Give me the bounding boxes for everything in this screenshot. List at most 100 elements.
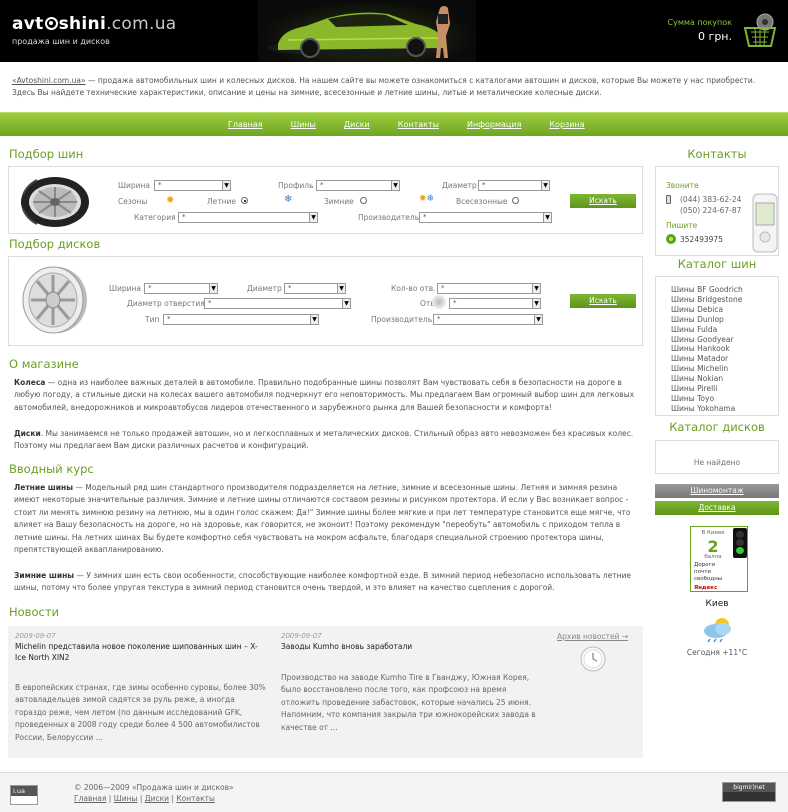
- tyre-brand-link[interactable]: Шины Goodyear: [671, 335, 743, 345]
- footer-link-contacts[interactable]: Контакты: [176, 794, 215, 803]
- disc-width-select[interactable]: * ▼: [144, 283, 218, 294]
- tyre-brand-link[interactable]: Шины Debica: [671, 305, 743, 315]
- header-car-image: [258, 0, 476, 62]
- contacts-title: Контакты: [687, 147, 747, 161]
- traffic-widget[interactable]: В Киеве 2 балла Дороги почти свободны Ян…: [690, 526, 748, 592]
- chevron-down-icon: ▼: [532, 299, 540, 308]
- tyre-brand-link[interactable]: Шины Toyo: [671, 394, 743, 404]
- nav-item-tyres[interactable]: Шины: [291, 120, 316, 129]
- disc-search-title: Подбор дисков: [9, 237, 101, 251]
- tyre-catalog-panel: Шины BF Goodrich Шины Bridgestone Шины D…: [655, 276, 779, 416]
- tyre-seasons-label: Сезоны: [118, 197, 148, 206]
- tyre-diameter-select[interactable]: * ▼: [478, 180, 550, 191]
- disc-maker-select[interactable]: * ▼: [433, 314, 543, 325]
- disc-offset-select[interactable]: * ▼: [449, 298, 541, 309]
- chevron-down-icon: ▼: [342, 299, 350, 308]
- contacts-icq: 352493975: [680, 235, 723, 244]
- course-term-winter: Зимние шины: [14, 571, 75, 580]
- disc-offset-value: *: [453, 299, 457, 307]
- tyre-profile-value: *: [320, 181, 324, 189]
- news-item: 2009-09-07 Michelin представила новое по…: [15, 632, 267, 663]
- tyre-summer-radio[interactable]: [241, 197, 248, 204]
- course-paragraph-2: Зимние шины — У зимних шин есть свои осо…: [14, 570, 642, 595]
- clock-icon: [580, 646, 606, 672]
- footer-link-tyres[interactable]: Шины: [114, 794, 138, 803]
- disc-catalog-panel: Не найдено: [655, 440, 779, 474]
- disc-diameter-select[interactable]: * ▼: [284, 283, 346, 294]
- tyre-brand-link[interactable]: Шины Yokohama: [671, 404, 743, 414]
- phone-icon: [666, 195, 671, 204]
- site-footer: i.ua © 2006—2009 «Продажа шин и дисков» …: [0, 772, 788, 812]
- disc-type-label: Тип: [145, 315, 160, 324]
- news-headline-link[interactable]: Заводы Kumho вновь заработали: [281, 641, 539, 652]
- tyre-brand-link[interactable]: Шины Nokian: [671, 374, 743, 384]
- tyre-maker-value: *: [423, 213, 427, 221]
- tyre-search-panel: Ширина * ▼ Профиль * ▼ Диаметр * ▼ Сезоны ✹…: [8, 166, 643, 234]
- tyre-maker-select[interactable]: * ▼: [419, 212, 552, 223]
- disc-type-select[interactable]: * ▼: [163, 314, 319, 325]
- footer-link-home[interactable]: Главная: [74, 794, 106, 803]
- disc-search-button[interactable]: Искать: [570, 294, 636, 308]
- intro-site-link[interactable]: «Avtoshini.com.ua»: [12, 76, 86, 85]
- tyre-brand-link[interactable]: Шины BF Goodrich: [671, 285, 743, 295]
- traffic-desc: Дороги почти свободны: [694, 562, 723, 582]
- disc-hole-diam-select[interactable]: * ▼: [204, 298, 351, 309]
- tyre-width-select[interactable]: * ▼: [154, 180, 231, 191]
- site-tagline: продажа шин и дисков: [12, 37, 110, 46]
- cart-basket-icon[interactable]: [743, 12, 777, 48]
- tyre-brand-link[interactable]: Шины Michelin: [671, 364, 743, 374]
- chevron-down-icon: ▼: [337, 284, 345, 293]
- nav-item-cart[interactable]: Корзина: [549, 120, 584, 129]
- course-paragraph-1: Летние шины — Модельный ряд шин стандарт…: [14, 482, 642, 556]
- disc-catalog-empty: Не найдено: [693, 458, 741, 467]
- logo-text-start: avt: [12, 14, 44, 34]
- intro-description: — продажа автомобильных шин и колесных д…: [12, 76, 756, 97]
- about-paragraph-1: Колеса — одна из наиболее важных деталей…: [14, 377, 642, 414]
- tyre-brand-link[interactable]: Шины Pirelli: [671, 384, 743, 394]
- tyre-allseason-radio[interactable]: [512, 197, 519, 204]
- tyre-brand-link[interactable]: Шины Matador: [671, 354, 743, 364]
- tyre-profile-select[interactable]: * ▼: [316, 180, 400, 191]
- tyre-catalog-title: Каталог шин: [677, 257, 757, 271]
- tyre-brand-link[interactable]: Шины Dunlop: [671, 315, 743, 325]
- tyre-brand-link[interactable]: Шины Hankook: [671, 344, 743, 354]
- nav-item-contacts[interactable]: Контакты: [398, 120, 439, 129]
- about-text-wheels: — одна из наиболее важных деталей в авто…: [14, 378, 635, 412]
- nav-item-info[interactable]: Информация: [467, 120, 521, 129]
- traffic-score-word: балла: [704, 554, 722, 560]
- site-logo[interactable]: avt shini.com.ua: [12, 14, 177, 34]
- tyre-winter-radio[interactable]: [360, 197, 367, 204]
- disc-holes-select[interactable]: * ▼: [437, 283, 541, 294]
- tyre-search-button[interactable]: Искать: [570, 194, 636, 208]
- sun-icon: ✹: [166, 195, 175, 206]
- course-title: Вводный курс: [9, 462, 94, 476]
- delivery-button[interactable]: Доставка: [655, 501, 779, 515]
- news-archive-link[interactable]: Архив новостей →: [557, 632, 628, 641]
- tyre-width-value: *: [158, 181, 162, 189]
- disc-diameter-label: Диаметр: [247, 284, 282, 293]
- chevron-down-icon: ▼: [541, 181, 549, 190]
- tyre-fitting-button[interactable]: Шиномонтаж: [655, 484, 779, 498]
- contacts-write-label: Пишите: [666, 221, 698, 230]
- nav-item-home[interactable]: Главная: [228, 120, 263, 129]
- news-title: Новости: [9, 605, 59, 619]
- disc-hole-diam-value: *: [208, 299, 212, 307]
- tyre-winter-label: Зимние: [324, 197, 354, 206]
- tyre-category-label: Категория: [134, 213, 176, 222]
- bigmir-counter-badge[interactable]: bigmir)net: [722, 782, 776, 802]
- tyre-image: [19, 175, 91, 229]
- tyre-brand-list: Шины BF Goodrich Шины Bridgestone Шины D…: [671, 285, 743, 414]
- disc-type-value: *: [167, 315, 171, 323]
- tyre-category-select[interactable]: * ▼: [178, 212, 318, 223]
- footer-link-discs[interactable]: Диски: [145, 794, 169, 803]
- tyre-brand-link[interactable]: Шины Bridgestone: [671, 295, 743, 305]
- chevron-down-icon: ▼: [309, 213, 317, 222]
- tyre-brand-link[interactable]: Шины Fulda: [671, 325, 743, 335]
- nav-item-discs[interactable]: Диски: [344, 120, 370, 129]
- weather-cloudy-rain-icon: [700, 615, 736, 643]
- tyre-category-value: *: [182, 213, 186, 221]
- iua-counter-badge[interactable]: i.ua: [10, 785, 38, 805]
- news-headline-link[interactable]: Michelin представила новое поколение шип…: [15, 641, 267, 663]
- chevron-down-icon: ▼: [222, 181, 230, 190]
- tyre-profile-label: Профиль: [278, 181, 314, 190]
